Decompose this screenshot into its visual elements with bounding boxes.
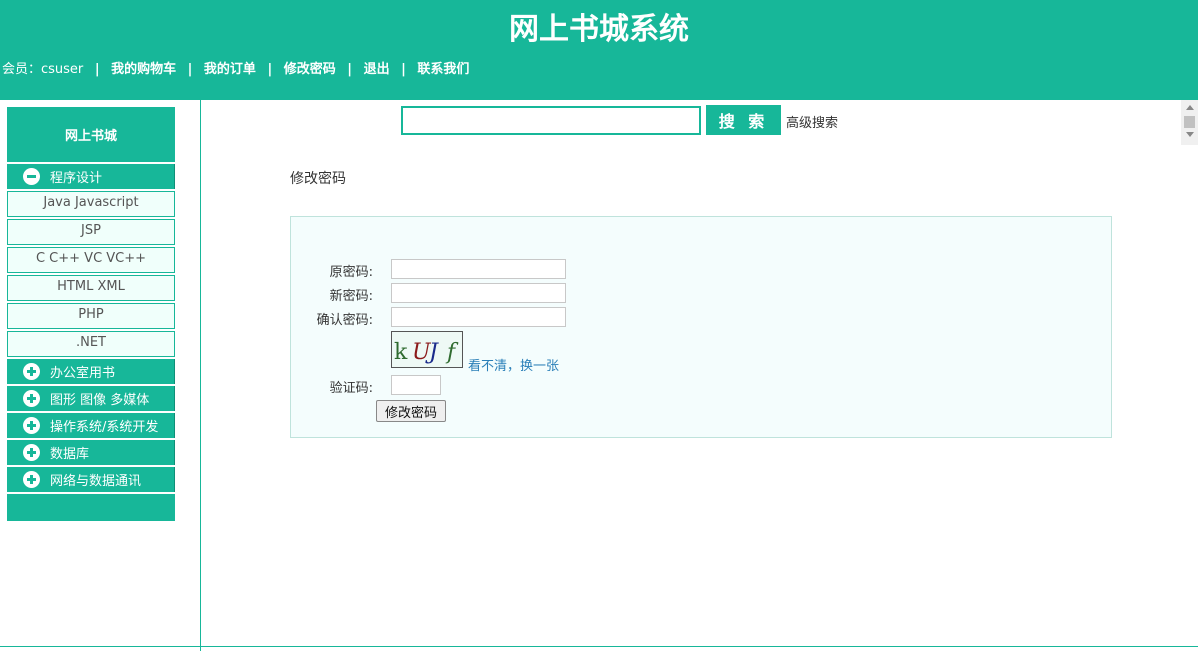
category-database[interactable]: 数据库 [7, 440, 175, 465]
category-label: 操作系统/系统开发 [50, 420, 159, 435]
category-label: 图形 图像 多媒体 [50, 393, 150, 408]
subitem-html[interactable]: HTML XML [7, 275, 175, 301]
confirm-password-label: 确认密码: [316, 313, 373, 328]
captcha-image[interactable]: k U J f [391, 331, 463, 368]
search-button[interactable]: 搜 索 [706, 105, 781, 135]
captcha-refresh-link[interactable]: 看不清，换一张 [468, 355, 559, 374]
sidebar: 网上书城 程序设计 Java Javascript JSP C C++ VC V… [7, 107, 175, 521]
confirm-password-field[interactable] [391, 307, 566, 327]
sidebar-footer [7, 494, 175, 521]
captcha-char: J [429, 340, 438, 365]
new-password-label: 新密码: [329, 289, 373, 304]
subitem-jsp[interactable]: JSP [7, 219, 175, 245]
category-label: 程序设计 [50, 171, 103, 186]
captcha-code-label: 验证码: [329, 381, 373, 396]
nav-separator: | [347, 62, 353, 77]
expand-icon [23, 417, 40, 434]
sidebar-title: 网上书城 [7, 107, 175, 162]
captcha-char: U [412, 340, 431, 365]
member-label: 会员：csuser [2, 62, 84, 77]
nav-separator: | [94, 62, 100, 77]
category-os[interactable]: 操作系统/系统开发 [7, 413, 175, 438]
nav-link-contact[interactable]: 联系我们 [417, 62, 469, 77]
expand-icon [23, 444, 40, 461]
subitem-php[interactable]: PHP [7, 303, 175, 329]
nav-link-change-password[interactable]: 修改密码 [284, 62, 336, 77]
new-password-field[interactable] [391, 283, 566, 303]
nav-link-cart[interactable]: 我的购物车 [111, 62, 176, 77]
category-graphics[interactable]: 图形 图像 多媒体 [7, 386, 175, 411]
top-nav: 会员：csuser | 我的购物车 | 我的订单 | 修改密码 | 退出 | 联… [2, 58, 469, 77]
change-password-form: 原密码: 新密码: 确认密码: k U J f 看不清，换一张 验证码: 修改密… [290, 216, 1112, 438]
page-title: 修改密码 [290, 171, 346, 187]
scroll-up-arrow-icon[interactable] [1186, 105, 1194, 110]
expand-icon [23, 471, 40, 488]
category-label: 数据库 [50, 447, 90, 462]
nav-separator: | [401, 62, 406, 77]
subitem-java[interactable]: Java Javascript [7, 191, 175, 217]
expand-icon [23, 390, 40, 407]
search-input[interactable] [401, 106, 701, 135]
scroll-down-arrow-icon[interactable] [1186, 132, 1194, 137]
subitem-cpp[interactable]: C C++ VC VC++ [7, 247, 175, 273]
collapse-icon [23, 168, 40, 185]
nav-separator: | [187, 62, 193, 77]
bottom-divider [0, 646, 1198, 647]
sidebar-divider [200, 100, 201, 651]
nav-separator: | [267, 62, 273, 77]
category-label: 办公室用书 [50, 366, 116, 381]
captcha-char: f [447, 340, 456, 365]
scrollbar[interactable] [1181, 100, 1198, 145]
nav-link-logout[interactable]: 退出 [364, 62, 390, 77]
captcha-char: k [394, 340, 408, 365]
scroll-thumb[interactable] [1184, 116, 1195, 128]
category-office[interactable]: 办公室用书 [7, 359, 175, 384]
category-programming[interactable]: 程序设计 [7, 164, 175, 189]
site-title: 网上书城系统 [509, 12, 689, 47]
advanced-search-link[interactable]: 高级搜索 [786, 112, 838, 131]
expand-icon [23, 363, 40, 380]
nav-link-orders[interactable]: 我的订单 [204, 62, 256, 77]
category-network[interactable]: 网络与数据通讯 [7, 467, 175, 492]
old-password-label: 原密码: [329, 265, 373, 280]
old-password-field[interactable] [391, 259, 566, 279]
subitem-dotnet[interactable]: .NET [7, 331, 175, 357]
change-password-button[interactable]: 修改密码 [376, 400, 446, 422]
captcha-code-field[interactable] [391, 375, 441, 395]
header-bar: 网上书城系统 会员：csuser | 我的购物车 | 我的订单 | 修改密码 |… [0, 0, 1198, 100]
category-label: 网络与数据通讯 [50, 474, 142, 489]
